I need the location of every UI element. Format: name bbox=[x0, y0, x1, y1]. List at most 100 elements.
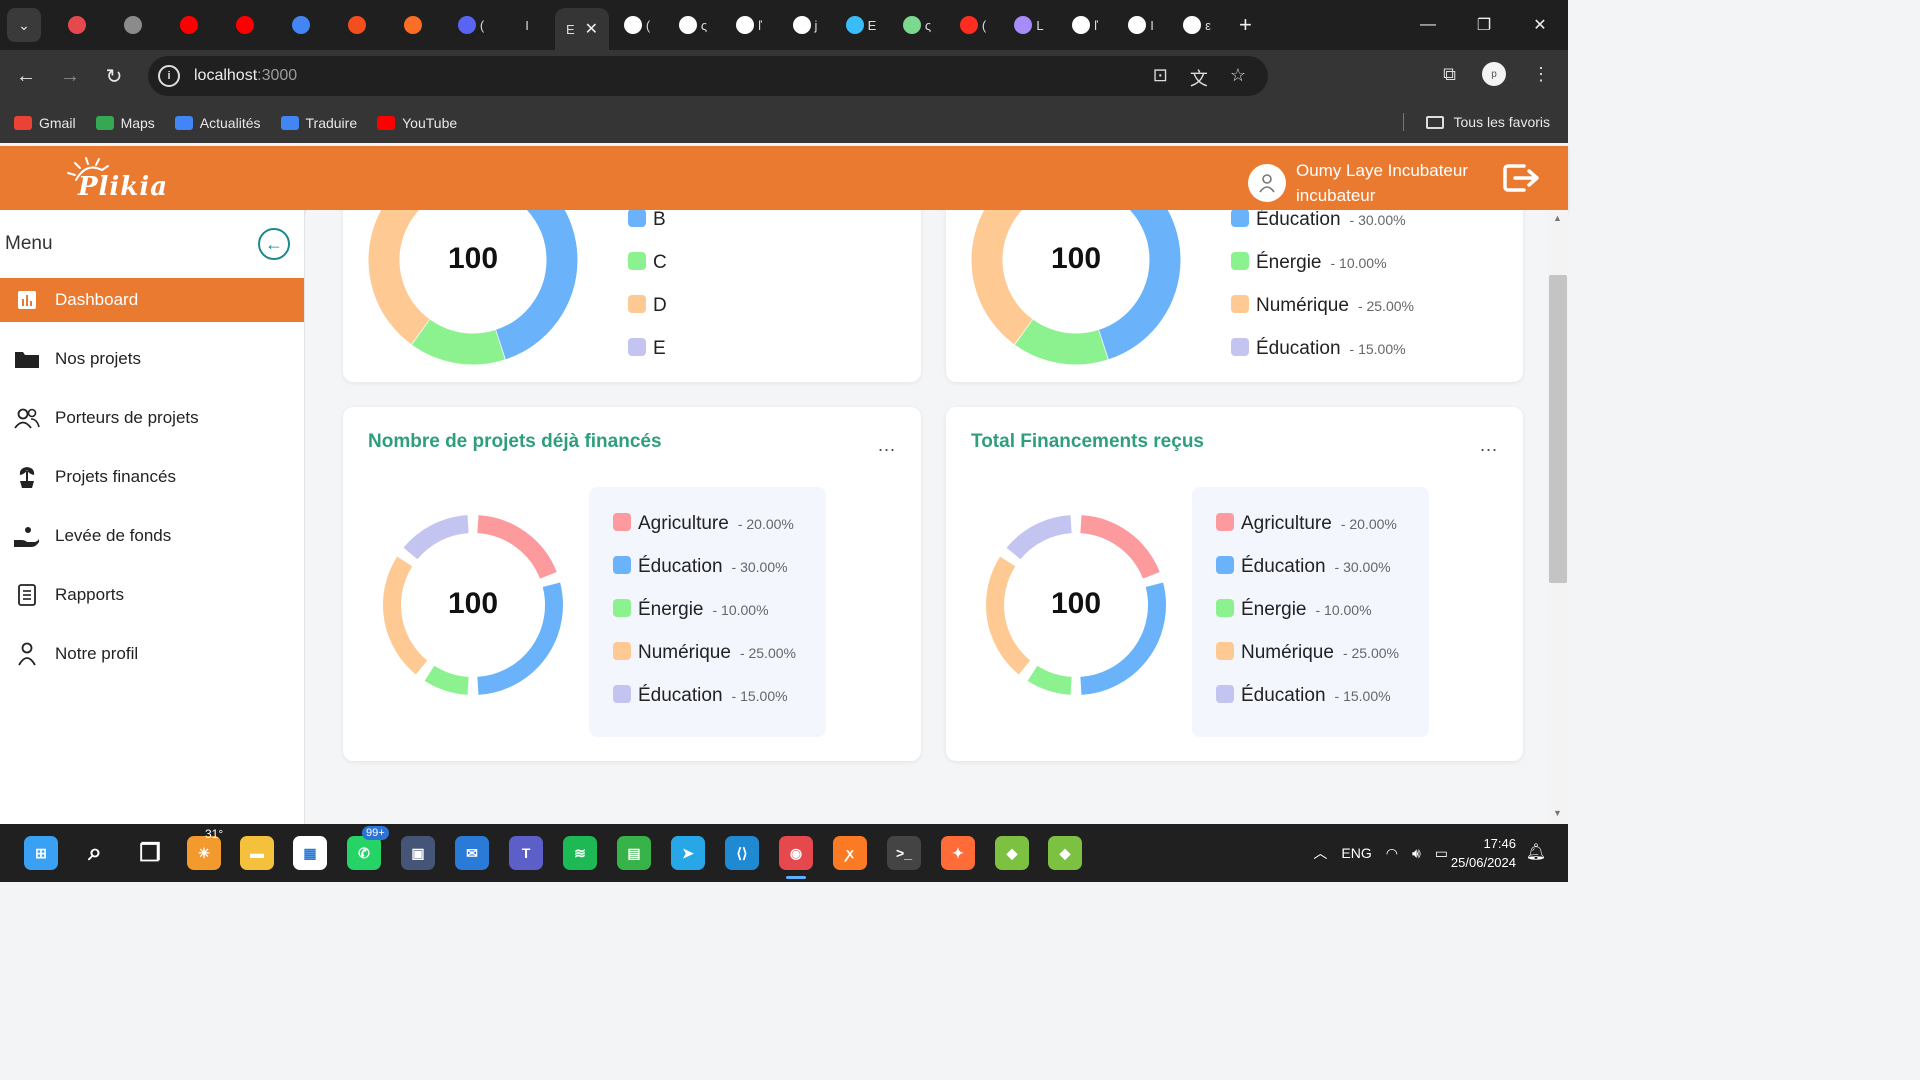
legend-item[interactable]: Éducation - 15.00% bbox=[1231, 336, 1406, 360]
bookmark-item[interactable]: YouTube bbox=[377, 115, 457, 131]
browser-tab[interactable]: ς bbox=[665, 0, 721, 50]
profile-avatar[interactable]: p bbox=[1482, 62, 1506, 86]
legend-item[interactable]: Numérique - 25.00% bbox=[1231, 293, 1414, 317]
legend-item[interactable]: Éducation - 30.00% bbox=[1216, 554, 1391, 578]
battery-icon[interactable]: ▭ bbox=[1435, 845, 1448, 862]
donut-slice[interactable] bbox=[495, 210, 578, 360]
browser-tab[interactable]: ς bbox=[889, 0, 945, 50]
browser-tab[interactable]: L bbox=[1001, 0, 1057, 50]
legend-item[interactable]: Agriculture - 20.00% bbox=[613, 511, 794, 535]
browser-tab[interactable]: E bbox=[833, 0, 889, 50]
bookmark-item[interactable]: Maps bbox=[95, 115, 155, 131]
legend-item[interactable]: E bbox=[628, 336, 666, 360]
legend-item[interactable]: Éducation - 30.00% bbox=[1231, 210, 1406, 231]
browser-tab[interactable] bbox=[51, 0, 107, 50]
sidebar-item-5[interactable]: Levée de fonds bbox=[0, 514, 304, 558]
collapse-sidebar-icon[interactable]: ← bbox=[258, 228, 290, 260]
legend-item[interactable]: Éducation - 15.00% bbox=[613, 683, 788, 707]
language-indicator[interactable]: ENG bbox=[1341, 845, 1371, 861]
teams-icon[interactable]: T bbox=[509, 836, 543, 870]
weather-icon[interactable]: ☀ bbox=[187, 836, 221, 870]
chrome-icon[interactable]: ◉ bbox=[779, 836, 813, 870]
restore-icon[interactable]: ❐ bbox=[1456, 0, 1512, 50]
bookmark-item[interactable]: Traduire bbox=[280, 115, 357, 131]
sidebar-item-3[interactable]: Porteurs de projets bbox=[0, 396, 304, 440]
wifi-icon[interactable]: ◠ bbox=[1386, 845, 1398, 862]
bluestacks-icon[interactable]: ◆ bbox=[995, 836, 1029, 870]
xampp-icon[interactable]: ꭗ bbox=[833, 836, 867, 870]
donut-slice[interactable] bbox=[383, 556, 428, 675]
spotify-icon[interactable]: ≋ bbox=[563, 836, 597, 870]
donut-slice[interactable] bbox=[1098, 210, 1181, 360]
browser-tab[interactable]: I bbox=[1113, 0, 1169, 50]
extensions-icon[interactable]: ⧉ bbox=[1443, 64, 1456, 85]
forward-button[interactable]: → bbox=[48, 65, 92, 88]
browser-tab[interactable]: j bbox=[777, 0, 833, 50]
scroll-up-icon[interactable]: ▲ bbox=[1553, 213, 1562, 223]
search-icon[interactable]: ⌕ bbox=[78, 836, 112, 870]
mail-icon[interactable]: ✉ bbox=[455, 836, 489, 870]
browser-tab[interactable] bbox=[219, 0, 275, 50]
legend-item[interactable]: Numérique - 25.00% bbox=[613, 640, 796, 664]
clock[interactable]: 17:46 25/06/2024 bbox=[1451, 834, 1516, 872]
legend-item[interactable]: Numérique - 25.00% bbox=[1216, 640, 1399, 664]
back-button[interactable]: ← bbox=[4, 65, 48, 88]
browser-tab[interactable]: ľ bbox=[1057, 0, 1113, 50]
browser-tab[interactable]: I bbox=[499, 0, 555, 50]
tab-search-button[interactable]: ⌄ bbox=[7, 8, 41, 42]
windows-start-icon[interactable]: ⊞ bbox=[24, 836, 58, 870]
terminal-icon[interactable]: >_ bbox=[887, 836, 921, 870]
sidebar-item-2[interactable]: Nos projets bbox=[0, 337, 304, 381]
minimize-icon[interactable]: — bbox=[1400, 0, 1456, 50]
legend-item[interactable]: Énergie - 10.00% bbox=[1216, 597, 1372, 621]
browser-tab[interactable] bbox=[275, 0, 331, 50]
file-explorer-icon[interactable]: ▬ bbox=[240, 836, 274, 870]
browser-tab[interactable]: ( bbox=[443, 0, 499, 50]
vscode-icon[interactable]: ⟨⟩ bbox=[725, 836, 759, 870]
donut-slice[interactable] bbox=[1014, 319, 1108, 365]
donut-slice[interactable] bbox=[1006, 515, 1072, 560]
translate-icon[interactable]: 文 bbox=[1190, 65, 1208, 91]
postman-icon[interactable]: ✦ bbox=[941, 836, 975, 870]
new-tab-button[interactable]: + bbox=[1239, 12, 1252, 38]
volume-icon[interactable]: 🔊︎ bbox=[1412, 845, 1421, 862]
telegram-icon[interactable]: ➤ bbox=[671, 836, 705, 870]
legend-item[interactable]: B bbox=[628, 210, 666, 231]
browser-tab[interactable]: ( bbox=[945, 0, 1001, 50]
task-view-icon[interactable]: ❐ bbox=[133, 836, 167, 870]
user-avatar-icon[interactable] bbox=[1248, 164, 1286, 202]
donut-slice[interactable] bbox=[1027, 665, 1072, 695]
bookmark-item[interactable]: Actualités bbox=[174, 115, 261, 131]
chevron-up-icon[interactable]: ︿ bbox=[1313, 843, 1327, 863]
microsoft-store-icon[interactable]: ▦ bbox=[293, 836, 327, 870]
close-tab-icon[interactable]: ✕ bbox=[585, 19, 598, 39]
whatsapp-icon[interactable]: ✆ bbox=[347, 836, 381, 870]
donut-slice[interactable] bbox=[1080, 515, 1160, 579]
site-info-icon[interactable]: i bbox=[158, 65, 180, 87]
legend-item[interactable]: Éducation - 30.00% bbox=[613, 554, 788, 578]
browser-tab[interactable]: ε bbox=[1169, 0, 1225, 50]
reload-button[interactable]: ↻ bbox=[92, 64, 136, 89]
legend-item[interactable]: D bbox=[628, 293, 667, 317]
bookmark-item[interactable]: Gmail bbox=[14, 115, 76, 131]
legend-item[interactable]: Énergie - 10.00% bbox=[613, 597, 769, 621]
legend-item[interactable]: Agriculture - 20.00% bbox=[1216, 511, 1397, 535]
donut-slice[interactable] bbox=[424, 665, 469, 695]
install-app-icon[interactable]: ⊡ bbox=[1153, 65, 1168, 91]
donut-slice[interactable] bbox=[411, 319, 505, 365]
legend-item[interactable]: C bbox=[628, 250, 667, 274]
notification-bell-icon[interactable]: 🔔︎ bbox=[1526, 842, 1546, 862]
logo-text[interactable]: Plikia bbox=[78, 172, 168, 202]
game-icon[interactable]: ▣ bbox=[401, 836, 435, 870]
close-window-icon[interactable]: ✕ bbox=[1512, 0, 1568, 50]
browser-tab[interactable] bbox=[107, 0, 163, 50]
url-text[interactable]: localhost:3000 bbox=[194, 67, 297, 85]
browser-tab[interactable] bbox=[387, 0, 443, 50]
user-menu[interactable]: Oumy Laye Incubateur incubateur bbox=[1248, 158, 1468, 208]
sidebar-item-7[interactable]: Notre profil bbox=[0, 632, 304, 676]
browser-menu-icon[interactable]: ⋮ bbox=[1532, 64, 1550, 85]
legend-item[interactable]: Énergie - 10.00% bbox=[1231, 250, 1387, 274]
browser-tab[interactable] bbox=[163, 0, 219, 50]
scrollbar-thumb[interactable] bbox=[1549, 275, 1567, 583]
sidebar-item-1[interactable]: Dashboard bbox=[0, 278, 304, 322]
